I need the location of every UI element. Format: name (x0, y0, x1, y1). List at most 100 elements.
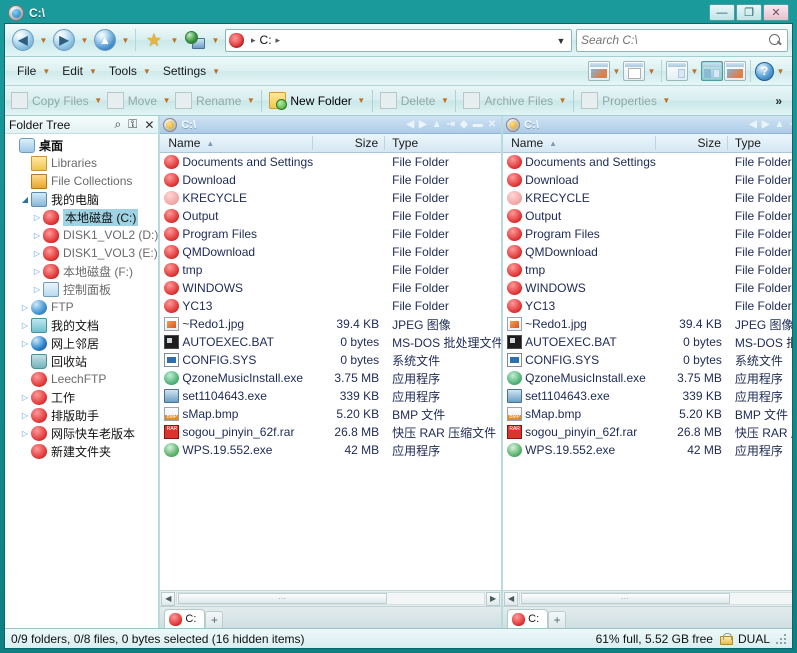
tab-c-drive-right[interactable]: C: (507, 609, 549, 628)
tree-node-7[interactable]: ▷ 本地磁盘 (F:) (5, 262, 158, 280)
menu-file[interactable]: File ▼ (9, 60, 54, 82)
expand-arrow-icon[interactable]: ▷ (19, 411, 31, 420)
expand-arrow-icon[interactable]: ▷ (31, 231, 43, 240)
add-tab-button-right[interactable]: + (548, 611, 567, 628)
expand-arrow-icon[interactable]: ▷ (31, 249, 43, 258)
new-folder-button[interactable]: New Folder (267, 89, 354, 113)
column-header-name[interactable]: Name ▲ (160, 136, 314, 150)
favorites-dropdown-caret[interactable]: ▼ (169, 26, 180, 54)
table-row[interactable]: WINDOWS File Folder (160, 279, 501, 297)
single-pane-caret[interactable]: ▼ (689, 57, 700, 85)
properties-button[interactable]: Properties (579, 89, 660, 113)
tree-node-11[interactable]: ▷ 网上邻居 (5, 334, 158, 352)
favorites-button[interactable]: ★ (140, 26, 168, 54)
tree-node-3[interactable]: ◢ 我的电脑 (5, 190, 158, 208)
table-row[interactable]: QzoneMusicInstall.exe 3.75 MB 应用程序 (503, 369, 792, 387)
expand-arrow-icon[interactable]: ▷ (19, 339, 31, 348)
tree-node-0[interactable]: 桌面 (5, 136, 158, 154)
table-row[interactable]: WINDOWS File Folder (503, 279, 792, 297)
table-row[interactable]: AUTOEXEC.BAT 0 bytes MS-DOS 批处理文件 (503, 333, 792, 351)
copy-files-caret[interactable]: ▼ (93, 87, 104, 115)
expand-arrow-icon[interactable]: ▷ (31, 285, 43, 294)
dual-pane-layout-icon[interactable] (701, 61, 723, 81)
delete-caret[interactable]: ▼ (439, 87, 450, 115)
unlock-icon[interactable]: ⚿ (128, 117, 137, 132)
expand-arrow-icon[interactable]: ▷ (19, 429, 31, 438)
file-pane-right-buttons[interactable]: ◀▶▲⇥◆▬✕ (749, 119, 792, 130)
tree-node-1[interactable]: Libraries (5, 154, 158, 172)
file-list-left[interactable]: Documents and Settings File Folder Downloa… (160, 153, 502, 590)
forward-dropdown-caret[interactable]: ▼ (79, 26, 90, 54)
tree-node-13[interactable]: LeechFTP (5, 370, 158, 388)
rename-button[interactable]: Rename (173, 89, 244, 113)
table-row[interactable]: set1104643.exe 339 KB 应用程序 (503, 387, 792, 405)
close-icon[interactable]: ✕ (144, 118, 154, 132)
scroll-left-arrow-icon[interactable]: ◀ (504, 591, 519, 606)
help-caret[interactable]: ▼ (775, 57, 786, 85)
tree-node-12[interactable]: 回收站 (5, 352, 158, 370)
menu-settings[interactable]: Settings ▼ (155, 60, 224, 82)
table-row[interactable]: ~Redo1.jpg 39.4 KB JPEG 图像 (160, 315, 501, 333)
rename-caret[interactable]: ▼ (245, 87, 256, 115)
preview-layout-icon[interactable] (724, 61, 746, 81)
tree-node-8[interactable]: ▷ 控制面板 (5, 280, 158, 298)
unlocked-padlock-icon[interactable] (719, 632, 733, 645)
tree-node-9[interactable]: ▷ FTP (5, 298, 158, 316)
tree-node-5[interactable]: ▷ DISK1_VOL2 (D:) (5, 226, 158, 244)
search-input[interactable] (581, 33, 768, 47)
move-caret[interactable]: ▼ (161, 87, 172, 115)
breadcrumb-segment[interactable]: C: (260, 33, 272, 47)
expand-arrow-icon[interactable]: ◢ (19, 195, 31, 204)
scroll-track[interactable]: ⋯ (519, 592, 792, 605)
table-row[interactable]: Download File Folder (160, 171, 501, 189)
pane-close-icon[interactable]: ✕ (488, 119, 496, 130)
folder-tree-list[interactable]: 桌面 Libraries File Collections ◢ 我的电脑 ▷ 本地磁盘 (C… (5, 134, 159, 628)
close-button[interactable]: ✕ (763, 4, 789, 21)
network-dropdown-caret[interactable]: ▼ (210, 26, 221, 54)
table-row[interactable]: tmp File Folder (160, 261, 501, 279)
edit-note-icon[interactable] (623, 61, 645, 81)
search-icon[interactable]: ⌕ (114, 117, 121, 132)
tree-node-10[interactable]: ▷ 我的文档 (5, 316, 158, 334)
address-bar[interactable]: ▸ C: ▸ ▼ (225, 28, 572, 52)
tree-node-2[interactable]: File Collections (5, 172, 158, 190)
table-row[interactable]: KRECYCLE File Folder (160, 189, 501, 207)
table-row[interactable]: QzoneMusicInstall.exe 3.75 MB 应用程序 (160, 369, 501, 387)
new-folder-caret[interactable]: ▼ (356, 87, 367, 115)
table-row[interactable]: sMap.bmp 5.20 KB BMP 文件 (160, 405, 501, 423)
pane-up-icon[interactable]: ▲ (432, 119, 442, 130)
tree-node-6[interactable]: ▷ DISK1_VOL3 (E:) (5, 244, 158, 262)
table-row[interactable]: Documents and Settings File Folder (503, 153, 792, 171)
up-dropdown-caret[interactable]: ▼ (120, 26, 131, 54)
table-row[interactable]: WPS.19.552.exe 42 MB 应用程序 (160, 441, 501, 459)
back-button[interactable]: ◀ (9, 26, 37, 54)
expand-arrow-icon[interactable]: ▷ (19, 393, 31, 402)
search-box[interactable] (576, 28, 788, 52)
expand-arrow-icon[interactable]: ▷ (19, 321, 31, 330)
table-row[interactable]: sogou_pinyin_62f.rar 26.8 MB 快压 RAR 压缩文件 (160, 423, 501, 441)
file-pane-left-buttons[interactable]: ◀ ▶ ▲ ⇥ ◆ ▬ ✕ (406, 119, 498, 130)
properties-caret[interactable]: ▼ (661, 87, 672, 115)
resize-grip-icon[interactable] (776, 634, 786, 644)
minimize-button[interactable]: — (709, 4, 735, 21)
network-button[interactable] (181, 26, 209, 54)
expand-arrow-icon[interactable]: ▷ (31, 213, 43, 222)
expand-arrow-icon[interactable]: ▷ (31, 267, 43, 276)
pane-back-icon[interactable]: ◀ (406, 119, 414, 130)
add-tab-button-left[interactable]: + (205, 611, 224, 628)
column-header-size[interactable]: Size (313, 136, 386, 150)
forward-button[interactable]: ▶ (50, 26, 78, 54)
table-row[interactable]: Download File Folder (503, 171, 792, 189)
tab-c-drive-left[interactable]: C: (164, 609, 206, 628)
pane-swap-icon[interactable]: ◆ (460, 119, 468, 130)
delete-button[interactable]: Delete (378, 89, 439, 113)
scroll-thumb[interactable]: ⋯ (178, 593, 387, 604)
move-button[interactable]: Move (105, 89, 160, 113)
table-row[interactable]: Program Files File Folder (160, 225, 501, 243)
tree-node-15[interactable]: ▷ 排版助手 (5, 406, 158, 424)
table-row[interactable]: QMDownload File Folder (160, 243, 501, 261)
file-pane-left-hscroll[interactable]: ◀ ⋯ ▶ (160, 590, 502, 606)
column-header-size[interactable]: Size (656, 136, 728, 150)
scroll-left-arrow-icon[interactable]: ◀ (161, 591, 176, 606)
file-pane-right-hscroll[interactable]: ◀ ⋯ ▶ (503, 590, 792, 606)
